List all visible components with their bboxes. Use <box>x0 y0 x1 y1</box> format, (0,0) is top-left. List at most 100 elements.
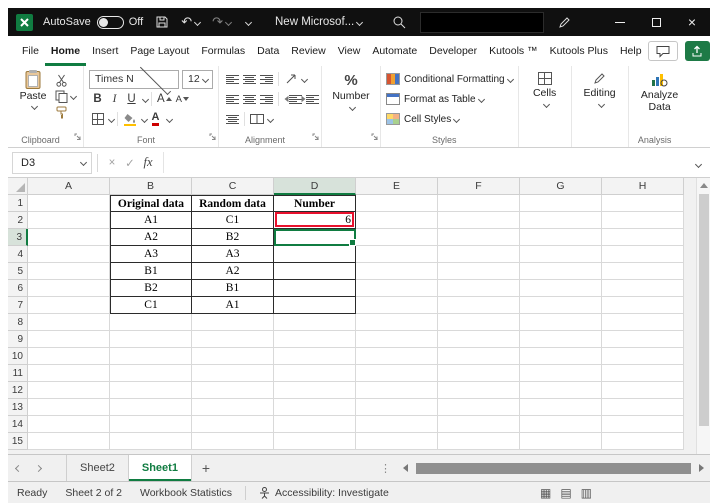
cell-C1[interactable]: Random data <box>192 195 274 212</box>
cell-G3[interactable] <box>520 229 602 246</box>
row-header-4[interactable]: 4 <box>8 246 28 263</box>
tab-kutools[interactable]: Kutools ™ <box>483 36 543 66</box>
cell-E9[interactable] <box>356 331 438 348</box>
cell-E4[interactable] <box>356 246 438 263</box>
fill-color-button[interactable] <box>123 113 137 126</box>
cell-A10[interactable] <box>28 348 110 365</box>
cell-styles-button[interactable]: Cell Styles <box>386 109 513 129</box>
cell-A13[interactable] <box>28 399 110 416</box>
tab-developer[interactable]: Developer <box>423 36 483 66</box>
font-color-button[interactable]: A <box>149 112 162 126</box>
tab-home[interactable]: Home <box>45 36 86 66</box>
cell-E15[interactable] <box>356 433 438 450</box>
cell-C5[interactable]: A2 <box>192 263 274 280</box>
cell-B5[interactable]: B1 <box>110 263 192 280</box>
copy-button[interactable] <box>55 88 76 104</box>
horizontal-scrollbar[interactable] <box>399 455 710 481</box>
cell-F15[interactable] <box>438 433 520 450</box>
cell-C8[interactable] <box>192 314 274 331</box>
horizontal-scroll-thumb[interactable] <box>416 463 691 474</box>
cell-A15[interactable] <box>28 433 110 450</box>
orientation-button[interactable] <box>282 71 299 87</box>
cell-H9[interactable] <box>602 331 684 348</box>
cell-H10[interactable] <box>602 348 684 365</box>
cell-E14[interactable] <box>356 416 438 433</box>
cell-C12[interactable] <box>192 382 274 399</box>
cell-F5[interactable] <box>438 263 520 280</box>
cell-H1[interactable] <box>602 195 684 212</box>
format-as-table-button[interactable]: Format as Table <box>386 89 513 109</box>
row-header-14[interactable]: 14 <box>8 416 28 433</box>
cell-F7[interactable] <box>438 297 520 314</box>
cell-B4[interactable]: A3 <box>110 246 192 263</box>
cell-E8[interactable] <box>356 314 438 331</box>
decrease-font-button[interactable]: A <box>176 94 189 105</box>
italic-button[interactable]: I <box>108 93 121 105</box>
insert-function-button[interactable]: fx <box>139 155 157 170</box>
excel-logo-icon[interactable] <box>16 14 33 31</box>
row-header-1[interactable]: 1 <box>8 195 28 212</box>
borders-button[interactable] <box>91 113 104 125</box>
editing-button[interactable]: Editing <box>577 69 623 107</box>
cell-C11[interactable] <box>192 365 274 382</box>
comments-button[interactable] <box>648 41 678 61</box>
cell-G14[interactable] <box>520 416 602 433</box>
cell-H2[interactable] <box>602 212 684 229</box>
normal-view-button[interactable]: ▦ <box>540 486 551 500</box>
row-header-7[interactable]: 7 <box>8 297 28 314</box>
tab-data[interactable]: Data <box>251 36 285 66</box>
cell-D3[interactable] <box>274 229 356 246</box>
cell-G6[interactable] <box>520 280 602 297</box>
cell-C3[interactable]: B2 <box>192 229 274 246</box>
column-header-E[interactable]: E <box>356 178 438 195</box>
cell-G5[interactable] <box>520 263 602 280</box>
column-header-A[interactable]: A <box>28 178 110 195</box>
cell-B13[interactable] <box>110 399 192 416</box>
select-all-corner[interactable] <box>8 178 28 195</box>
cell-B8[interactable] <box>110 314 192 331</box>
underline-button[interactable]: U <box>125 93 138 105</box>
cell-A12[interactable] <box>28 382 110 399</box>
cell-H3[interactable] <box>602 229 684 246</box>
row-header-8[interactable]: 8 <box>8 314 28 331</box>
cell-E1[interactable] <box>356 195 438 212</box>
cell-D2[interactable]: 6 <box>274 212 356 229</box>
vertical-scroll-thumb[interactable] <box>699 194 709 426</box>
alignment-dialog-launcher[interactable] <box>312 127 319 145</box>
align-top-button[interactable] <box>224 71 241 87</box>
formula-enter-button[interactable]: ✓ <box>121 156 139 170</box>
font-dialog-launcher[interactable] <box>209 127 216 145</box>
cell-G13[interactable] <box>520 399 602 416</box>
cell-A2[interactable] <box>28 212 110 229</box>
page-break-view-button[interactable]: ▥ <box>581 486 592 500</box>
cell-A14[interactable] <box>28 416 110 433</box>
cell-B9[interactable] <box>110 331 192 348</box>
cell-G9[interactable] <box>520 331 602 348</box>
cell-D6[interactable] <box>274 280 356 297</box>
cell-C14[interactable] <box>192 416 274 433</box>
column-header-F[interactable]: F <box>438 178 520 195</box>
merge-center-button[interactable] <box>248 111 265 127</box>
cell-D9[interactable] <box>274 331 356 348</box>
cell-F4[interactable] <box>438 246 520 263</box>
cell-A11[interactable] <box>28 365 110 382</box>
tab-file[interactable]: File <box>16 36 45 66</box>
font-name-combo[interactable]: Times New Ro <box>89 70 179 89</box>
cell-D12[interactable] <box>274 382 356 399</box>
tab-view[interactable]: View <box>332 36 367 66</box>
cell-A7[interactable] <box>28 297 110 314</box>
cell-B14[interactable] <box>110 416 192 433</box>
vertical-scrollbar[interactable] <box>696 178 710 454</box>
cell-H14[interactable] <box>602 416 684 433</box>
cell-G12[interactable] <box>520 382 602 399</box>
cell-H4[interactable] <box>602 246 684 263</box>
cell-F10[interactable] <box>438 348 520 365</box>
cell-F12[interactable] <box>438 382 520 399</box>
save-button[interactable] <box>155 15 169 29</box>
workbook-statistics-button[interactable]: Workbook Statistics <box>131 487 241 499</box>
cell-F1[interactable] <box>438 195 520 212</box>
cell-E12[interactable] <box>356 382 438 399</box>
cell-A5[interactable] <box>28 263 110 280</box>
accessibility-checker-button[interactable]: Accessibility: Investigate <box>250 487 398 499</box>
cell-C13[interactable] <box>192 399 274 416</box>
